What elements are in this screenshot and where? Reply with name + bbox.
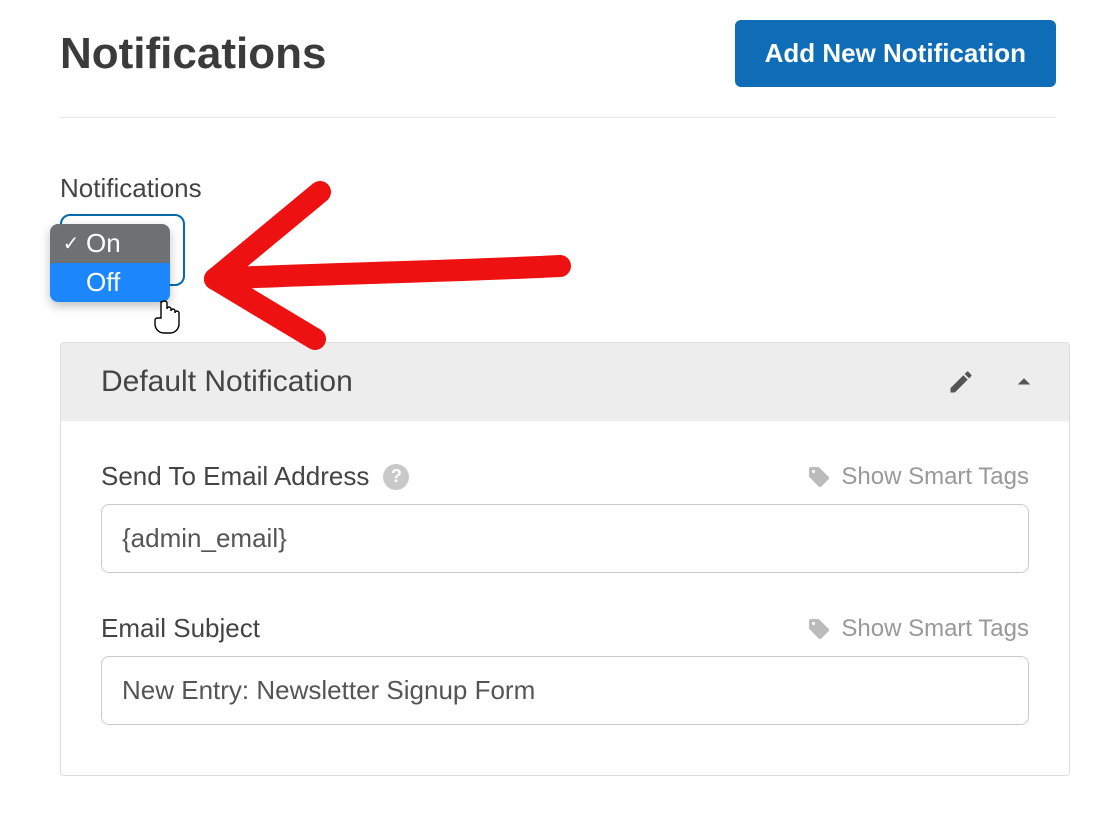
tag-icon [807, 617, 831, 641]
page-header: Notifications Add New Notification [60, 20, 1056, 118]
toggle-option-on-label: On [86, 228, 121, 259]
panel-title: Default Notification [101, 365, 353, 399]
send-to-smart-tags-label: Show Smart Tags [841, 463, 1029, 491]
collapse-icon[interactable] [1009, 367, 1039, 397]
edit-icon[interactable] [947, 368, 975, 396]
send-to-smart-tags[interactable]: Show Smart Tags [807, 463, 1029, 491]
panel-header: Default Notification [61, 343, 1069, 421]
notification-panel: Default Notification Send To Email Addre… [60, 342, 1070, 776]
cursor-pointer-icon [152, 300, 182, 334]
toggle-option-on[interactable]: ✓ On [50, 224, 170, 263]
add-new-notification-button[interactable]: Add New Notification [735, 20, 1056, 87]
subject-input[interactable] [101, 656, 1029, 725]
help-icon[interactable]: ? [383, 464, 409, 490]
subject-row: Email Subject Show Smart Tags [101, 613, 1029, 644]
toggle-dropdown[interactable]: ✓ On Off [50, 224, 170, 302]
page-title: Notifications [60, 29, 326, 79]
subject-smart-tags-label: Show Smart Tags [841, 615, 1029, 643]
toggle-option-off[interactable]: Off [50, 263, 170, 302]
tag-icon [807, 465, 831, 489]
notifications-toggle[interactable]: ✓ On Off [60, 214, 1056, 294]
send-to-row: Send To Email Address ? Show Smart Tags [101, 461, 1029, 492]
subject-label: Email Subject [101, 613, 260, 644]
notifications-toggle-label: Notifications [60, 173, 1056, 204]
send-to-label: Send To Email Address ? [101, 461, 409, 492]
subject-smart-tags[interactable]: Show Smart Tags [807, 615, 1029, 643]
panel-body: Send To Email Address ? Show Smart Tags … [61, 421, 1069, 775]
subject-label-text: Email Subject [101, 613, 260, 644]
toggle-option-off-label: Off [86, 267, 120, 298]
send-to-label-text: Send To Email Address [101, 461, 369, 492]
send-to-input[interactable] [101, 504, 1029, 573]
checkmark-icon: ✓ [62, 231, 80, 256]
panel-actions [947, 367, 1039, 397]
